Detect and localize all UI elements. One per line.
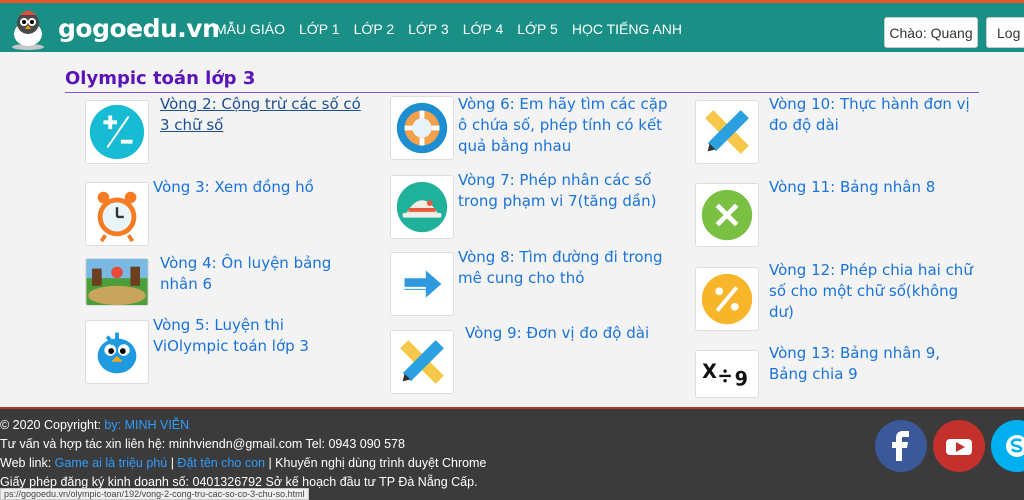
author-link[interactable]: by: MINH VIỄN [104, 418, 189, 432]
lifebuoy-icon[interactable] [390, 96, 454, 160]
nav-item-lop-2[interactable]: LỚP 2 [354, 21, 395, 37]
youtube-button[interactable] [933, 420, 985, 472]
footer-license: Giấy phép đăng ký kinh doanh số: 0401326… [0, 475, 478, 489]
round-link-6[interactable]: Vòng 6: Em hãy tìm các cặp ô chứa số, ph… [458, 94, 673, 157]
nav-item-mau-giao[interactable]: MẪU GIÁO [215, 21, 285, 37]
bird-logo-icon[interactable] [6, 7, 50, 51]
skype-icon [1006, 435, 1024, 457]
facebook-icon [892, 431, 909, 461]
nav-item-lop-5[interactable]: LỚP 5 [517, 21, 558, 37]
round-link-10[interactable]: Vòng 10: Thực hành đơn vị đo độ dài [769, 94, 979, 136]
round-link-13[interactable]: Vòng 13: Bảng nhân 9, Bảng chia 9 [769, 343, 979, 385]
round-link-5[interactable]: Vòng 5: Luyện thi ViOlympic toán lớp 3 [153, 315, 363, 357]
round-link-9[interactable]: Vòng 9: Đơn vị đo độ dài [465, 323, 680, 344]
weblink-label: Web link: [0, 456, 55, 470]
multiply-divide-icon[interactable]: X9 [695, 350, 759, 398]
pencil-ruler-icon[interactable] [390, 330, 454, 394]
status-bar-url: ps://gogoedu.vn/olympic-toan/192/vong-2-… [0, 488, 309, 500]
nav-item-lop-4[interactable]: LỚP 4 [463, 21, 504, 37]
pencil-ruler-icon[interactable] [695, 100, 759, 164]
skype-button[interactable] [991, 420, 1024, 472]
name-link[interactable]: Đặt tên cho con [177, 456, 265, 470]
separator: | [167, 456, 178, 470]
round-link-8[interactable]: Vòng 8: Tìm đường đi trong mê cung cho t… [458, 247, 673, 289]
title-divider [65, 92, 979, 93]
round-link-3[interactable]: Vòng 3: Xem đồng hồ [153, 177, 363, 198]
top-navbar: gogoedu.vn MẪU GIÁO LỚP 1 LỚP 2 LỚP 3 LỚ… [0, 0, 1024, 52]
round-link-7[interactable]: Vòng 7: Phép nhân các số trong phạm vi 7… [458, 170, 673, 212]
svg-text:X: X [702, 360, 717, 383]
nav-item-lop-1[interactable]: LỚP 1 [299, 21, 340, 37]
facebook-button[interactable] [875, 420, 927, 472]
copyright-text: © 2020 Copyright: [0, 418, 105, 432]
round-link-11[interactable]: Vòng 11: Bảng nhân 8 [769, 177, 979, 198]
footer-copyright: © 2020 Copyright: by: MINH VIỄN [0, 418, 189, 432]
page-title: Olympic toán lớp 3 [65, 68, 256, 89]
round-link-4[interactable]: Vòng 4: Ôn luyện bảng nhân 6 [160, 253, 370, 295]
hat-icon[interactable] [390, 175, 454, 239]
logout-button[interactable]: Log o [986, 17, 1024, 48]
game-link[interactable]: Game ai là triệu phú [55, 456, 168, 470]
alarm-clock-icon[interactable] [85, 182, 149, 246]
main-nav: MẪU GIÁO LỚP 1 LỚP 2 LỚP 3 LỚP 4 LỚP 5 H… [215, 21, 696, 37]
browser-recommendation: | Khuyến nghị dùng trình duyệt Chrome [264, 456, 487, 470]
footer-weblinks: Web link: Game ai là triệu phú | Đặt tên… [0, 456, 486, 470]
multiply-icon[interactable] [695, 183, 759, 247]
footer: © 2020 Copyright: by: MINH VIỄN Tư vấn v… [0, 407, 1024, 500]
svg-text:9: 9 [735, 368, 748, 391]
round-link-2[interactable]: Vòng 2: Cộng trừ các số có 3 chữ số [160, 94, 370, 136]
arrow-icon[interactable] [390, 252, 454, 316]
brand-name[interactable]: gogoedu.vn [58, 14, 220, 43]
nav-item-lop-3[interactable]: LỚP 3 [408, 21, 449, 37]
blue-bird-icon[interactable] [85, 320, 149, 384]
footer-contact: Tư vấn và hợp tác xin liên hệ: minhviend… [0, 437, 405, 451]
percent-icon[interactable] [695, 267, 759, 331]
nav-item-hoc-tieng-anh[interactable]: HỌC TIẾNG ANH [572, 21, 682, 37]
greeting-button[interactable]: Chào: Quang [884, 17, 978, 48]
round-link-12[interactable]: Vòng 12: Phép chia hai chữ số cho một ch… [769, 260, 979, 323]
plus-minus-icon[interactable] [85, 100, 149, 164]
game-scene-icon[interactable] [85, 258, 149, 306]
youtube-icon [946, 439, 972, 455]
